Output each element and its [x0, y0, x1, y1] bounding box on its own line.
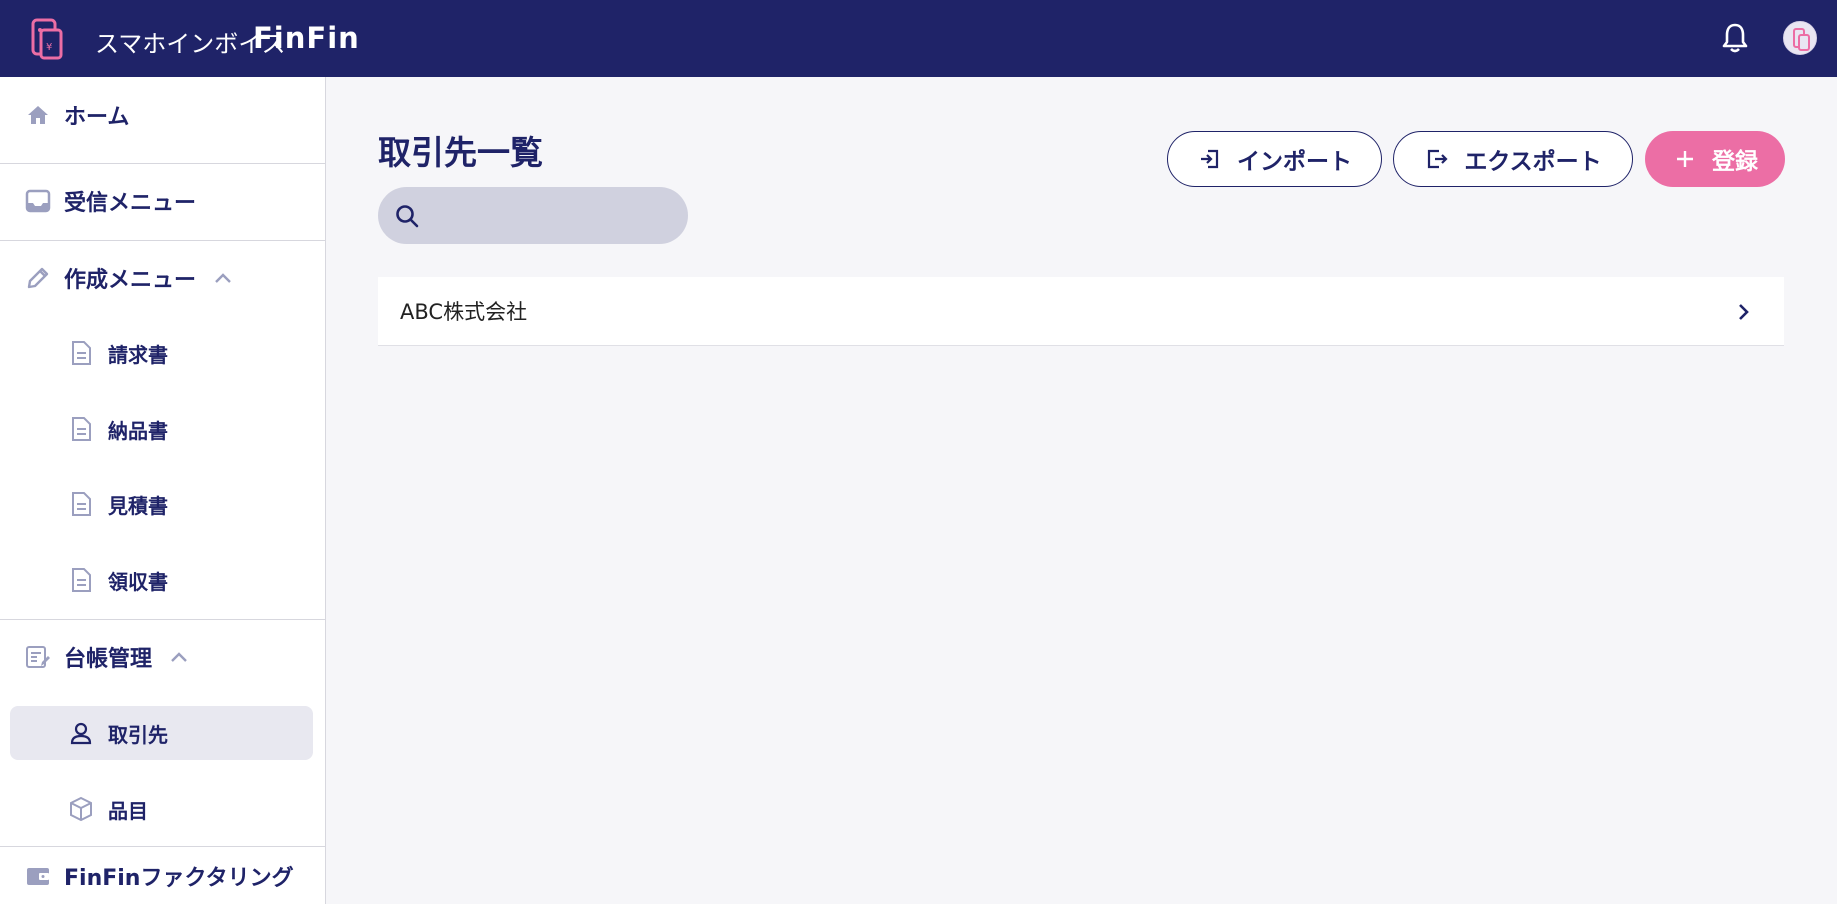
sidebar-item-inbox[interactable]: 受信メニュー	[0, 163, 325, 239]
user-avatar[interactable]	[1783, 21, 1817, 55]
search-input[interactable]	[430, 205, 670, 226]
app-logo-icon[interactable]: ¥	[30, 16, 66, 62]
sidebar-item-delivery-note[interactable]: 納品書	[10, 402, 313, 456]
register-button-label: 登録	[1712, 149, 1758, 175]
client-name: ABC株式会社	[400, 300, 528, 324]
search-icon	[396, 204, 419, 227]
plus-icon	[1672, 146, 1698, 172]
top-bar: ¥ スマホインボイス FinFin	[0, 0, 1837, 77]
register-button[interactable]: 登録	[1645, 131, 1785, 187]
brand-name-en: FinFin	[253, 21, 360, 55]
avatar-logo-icon	[1793, 28, 1810, 51]
sidebar-item-label: 見積書	[108, 493, 168, 518]
export-button-label: エクスポート	[1464, 149, 1602, 175]
svg-text:¥: ¥	[46, 42, 52, 53]
sidebar-item-clients[interactable]: 取引先	[10, 706, 313, 760]
wallet-icon	[24, 862, 52, 890]
bell-icon[interactable]	[1720, 22, 1750, 54]
chevron-up-icon[interactable]	[168, 646, 190, 668]
sidebar-item-label: ホーム	[64, 105, 130, 130]
document-icon	[68, 567, 94, 593]
ledger-icon	[24, 643, 52, 671]
export-button[interactable]: エクスポート	[1393, 131, 1633, 187]
box-icon	[68, 796, 94, 822]
sidebar-item-create-menu[interactable]: 作成メニュー	[0, 240, 325, 316]
sidebar-item-label: 請求書	[108, 342, 168, 367]
sidebar-item-label: 作成メニュー	[64, 268, 197, 293]
document-icon	[68, 416, 94, 442]
sidebar: ホーム 受信メニュー 作成メニュー 請求書 納品書 見積書 領収書 台帳管理 取…	[0, 77, 326, 904]
document-icon	[68, 491, 94, 517]
sidebar-item-estimate[interactable]: 見積書	[10, 477, 313, 531]
chevron-up-icon[interactable]	[212, 267, 234, 289]
search-box[interactable]	[378, 187, 688, 244]
sidebar-item-label: 取引先	[108, 722, 168, 747]
sidebar-item-label: 受信メニュー	[64, 191, 197, 216]
sidebar-item-ledger[interactable]: 台帳管理	[0, 619, 325, 695]
sidebar-item-home[interactable]: ホーム	[0, 77, 325, 153]
sidebar-item-invoice[interactable]: 請求書	[10, 326, 313, 380]
inbox-icon	[24, 187, 52, 215]
pencil-icon	[24, 264, 52, 292]
sidebar-item-label: FinFinファクタリング	[64, 866, 294, 891]
document-icon	[68, 340, 94, 366]
export-icon	[1424, 146, 1450, 172]
import-button-label: インポート	[1237, 149, 1352, 175]
import-icon	[1197, 146, 1223, 172]
sidebar-item-label: 台帳管理	[64, 647, 153, 672]
home-icon	[24, 101, 52, 129]
sidebar-item-factoring[interactable]: FinFinファクタリング	[0, 846, 325, 904]
page-title: 取引先一覧	[378, 133, 543, 172]
sidebar-item-items[interactable]: 品目	[10, 782, 313, 836]
sidebar-item-label: 品目	[108, 798, 148, 823]
import-button[interactable]: インポート	[1167, 131, 1382, 187]
sidebar-item-label: 納品書	[108, 418, 168, 443]
sidebar-item-label: 領収書	[108, 569, 168, 594]
sidebar-item-receipt[interactable]: 領収書	[10, 553, 313, 607]
table-row[interactable]: ABC株式会社	[378, 277, 1784, 346]
chevron-right-icon[interactable]	[1732, 301, 1754, 323]
person-icon	[68, 720, 94, 746]
